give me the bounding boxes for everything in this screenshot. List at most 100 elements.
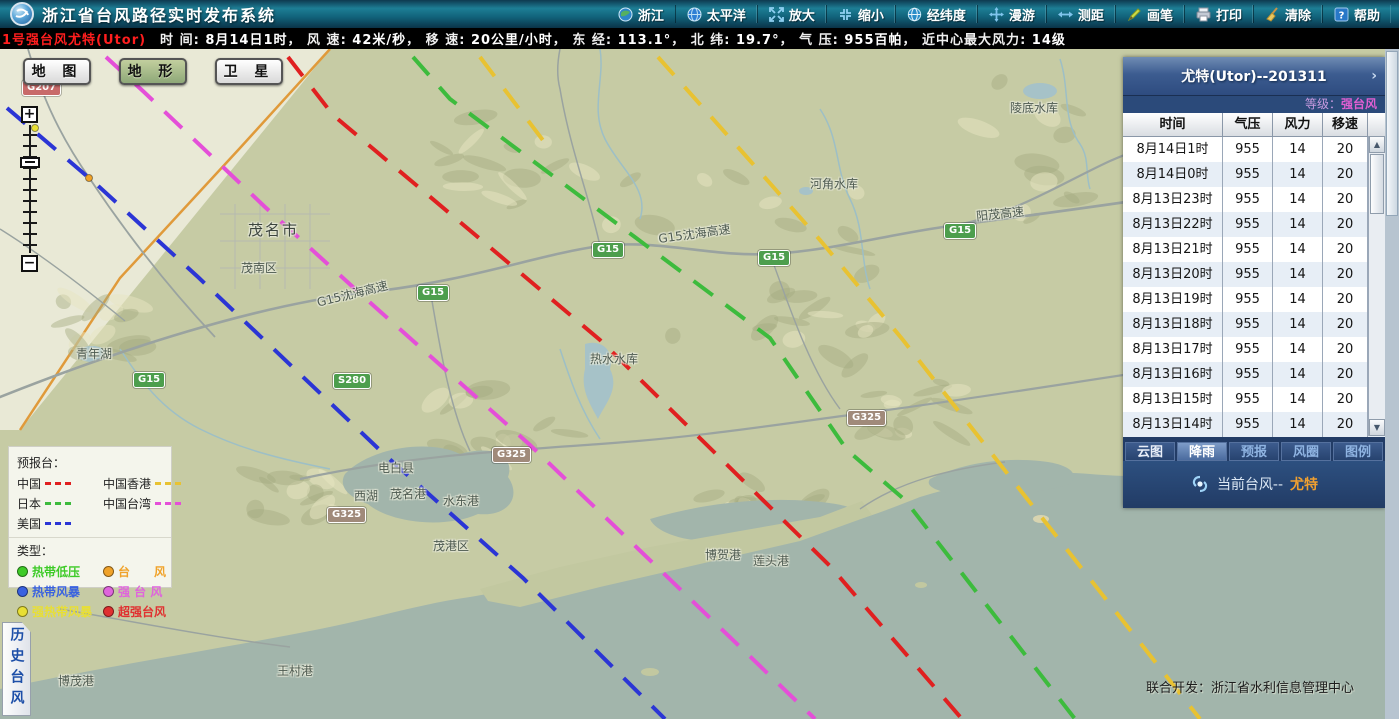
table-cell: 955 <box>1223 262 1273 287</box>
table-row[interactable]: 8月13日17时9551420 <box>1123 337 1385 362</box>
toolbar-item-漫游[interactable]: 漫游 <box>977 5 1046 23</box>
tab-图例[interactable]: 图例 <box>1333 442 1383 461</box>
page-scrollbar[interactable] <box>1385 49 1399 719</box>
typhoon-spiral-icon <box>1190 474 1210 494</box>
table-cell: 20 <box>1323 412 1368 437</box>
zoom-in-icon <box>769 7 784 22</box>
scroll-up-button[interactable]: ▲ <box>1369 136 1385 153</box>
table-row[interactable]: 8月14日0时9551420 <box>1123 162 1385 187</box>
toolbar-item-测距[interactable]: 测距 <box>1046 5 1115 23</box>
legend-agency-name: 美国 <box>17 515 41 532</box>
table-row[interactable]: 8月13日16时9551420 <box>1123 362 1385 387</box>
help-icon: ? <box>1334 7 1349 22</box>
toolbar-item-帮助[interactable]: ? 帮助 <box>1322 5 1391 23</box>
globe-green-icon <box>618 7 633 22</box>
zoom-out-button[interactable]: − <box>21 255 38 272</box>
broom-icon <box>1265 7 1280 22</box>
column-header: 风力 <box>1273 113 1323 136</box>
scroll-thumb[interactable] <box>1370 154 1384 214</box>
toolbar: 浙江太平洋 放大 缩小 经纬度 漫游测距画笔 打印 清除? 帮助 <box>607 0 1399 28</box>
legend-agency-name: 中国 <box>17 475 41 492</box>
info-separator: : <box>459 33 471 48</box>
table-scrollbar[interactable]: ▲ ▼ <box>1368 136 1385 436</box>
table-row[interactable]: 8月13日14时9551420 <box>1123 412 1385 437</box>
toolbar-label: 打印 <box>1216 5 1242 24</box>
tab-降雨[interactable]: 降雨 <box>1177 442 1227 461</box>
table-row[interactable]: 8月13日15时9551420 <box>1123 387 1385 412</box>
typhoon-panel: 尤特(Utor)--201311 › 等级：强台风 时间气压风力移速 8月14日… <box>1123 57 1385 508</box>
toolbar-label: 经纬度 <box>927 5 966 24</box>
toolbar-item-太平洋[interactable]: 太平洋 <box>675 5 757 23</box>
table-cell: 14 <box>1273 362 1323 387</box>
basemap-button-1[interactable]: 地 形 <box>119 58 187 85</box>
table-row[interactable]: 8月13日20时9551420 <box>1123 262 1385 287</box>
table-cell: 20 <box>1323 187 1368 212</box>
toolbar-label: 放大 <box>789 5 815 24</box>
legend-type-name: 台 风 <box>118 563 166 580</box>
current-typhoon-name[interactable]: 尤特 <box>1290 474 1318 494</box>
table-header: 时间气压风力移速 <box>1123 113 1385 137</box>
table-cell: 8月13日20时 <box>1123 262 1223 287</box>
table-row[interactable]: 8月13日23时9551420 <box>1123 187 1385 212</box>
table-row[interactable]: 8月13日22时9551420 <box>1123 212 1385 237</box>
table-row[interactable]: 8月13日21时9551420 <box>1123 237 1385 262</box>
info-separator: ， <box>671 33 691 48</box>
level-value[interactable]: 强台风 <box>1341 97 1377 111</box>
intensity-dot-icon <box>103 586 114 597</box>
toolbar-label: 漫游 <box>1009 5 1035 24</box>
toolbar-item-放大[interactable]: 放大 <box>757 5 826 23</box>
toolbar-item-打印[interactable]: 打印 <box>1184 5 1253 23</box>
toolbar-item-浙江[interactable]: 浙江 <box>607 5 675 23</box>
zoom-slider[interactable] <box>23 125 37 253</box>
pan-icon <box>989 7 1004 22</box>
table-cell: 955 <box>1223 137 1273 162</box>
table-cell: 8月13日15时 <box>1123 387 1223 412</box>
toolbar-label: 清除 <box>1285 5 1311 24</box>
table-cell: 14 <box>1273 262 1323 287</box>
scroll-down-button[interactable]: ▼ <box>1369 419 1385 436</box>
table-row[interactable]: 8月14日1时9551420 <box>1123 137 1385 162</box>
toolbar-item-画笔[interactable]: 画笔 <box>1115 5 1184 23</box>
zoom-slider-handle[interactable] <box>20 157 40 168</box>
table-cell: 20 <box>1323 212 1368 237</box>
toolbar-item-清除[interactable]: 清除 <box>1253 5 1322 23</box>
table-cell: 8月14日0时 <box>1123 162 1223 187</box>
basemap-button-0[interactable]: 地 图 <box>23 58 91 85</box>
legend-agency-name: 中国香港 <box>103 475 151 492</box>
tab-云图[interactable]: 云图 <box>1125 442 1175 461</box>
table-cell: 955 <box>1223 287 1273 312</box>
table-cell: 955 <box>1223 387 1273 412</box>
chevron-right-icon[interactable]: › <box>1371 68 1377 84</box>
basemap-button-2[interactable]: 卫 星 <box>215 58 283 85</box>
table-cell: 955 <box>1223 362 1273 387</box>
history-typhoon-tab[interactable]: 历史台风 <box>2 622 31 716</box>
legend-forecast-title: 预报台： <box>17 454 163 471</box>
panel-tabs: 云图降雨预报风圈图例 <box>1123 437 1385 461</box>
toolbar-label: 缩小 <box>858 5 884 24</box>
info-field-label: 近中心最大风力 <box>922 33 1020 48</box>
toolbar-label: 帮助 <box>1354 5 1380 24</box>
table-cell: 14 <box>1273 237 1323 262</box>
toolbar-item-经纬度[interactable]: 经纬度 <box>895 5 977 23</box>
toolbar-item-缩小[interactable]: 缩小 <box>826 5 895 23</box>
info-field-value: 955百帕 <box>844 33 902 48</box>
legend-forecast-item: 日本 <box>17 495 103 512</box>
table-row[interactable]: 8月13日18时9551420 <box>1123 312 1385 337</box>
zoom-out-icon <box>838 7 853 22</box>
tab-预报[interactable]: 预报 <box>1229 442 1279 461</box>
svg-text:?: ? <box>1339 10 1345 21</box>
legend-forecast-item: 中国 <box>17 475 103 492</box>
tab-风圈[interactable]: 风圈 <box>1281 442 1331 461</box>
zoom-in-button[interactable]: + <box>21 106 38 123</box>
table-cell: 8月13日18时 <box>1123 312 1223 337</box>
intensity-dot-icon <box>103 566 114 577</box>
page-scroll-thumb[interactable] <box>1386 51 1398 216</box>
panel-title-bar[interactable]: 尤特(Utor)--201311 › <box>1123 57 1385 96</box>
table-cell: 14 <box>1273 187 1323 212</box>
forecast-point[interactable] <box>86 175 93 182</box>
table-cell: 955 <box>1223 187 1273 212</box>
table-row[interactable]: 8月13日19时9551420 <box>1123 287 1385 312</box>
typhoon-app: 浙江省台风路径实时发布系统 浙江太平洋放大缩小经纬度漫游测距画笔打印清除?帮助 … <box>0 0 1399 719</box>
map-area[interactable]: 茂名市茂南区青年湖G15沈海高速G15沈海高速阳茂高速热水水库河角水库陵底水库电… <box>0 49 1399 719</box>
info-separator: : <box>724 33 736 48</box>
